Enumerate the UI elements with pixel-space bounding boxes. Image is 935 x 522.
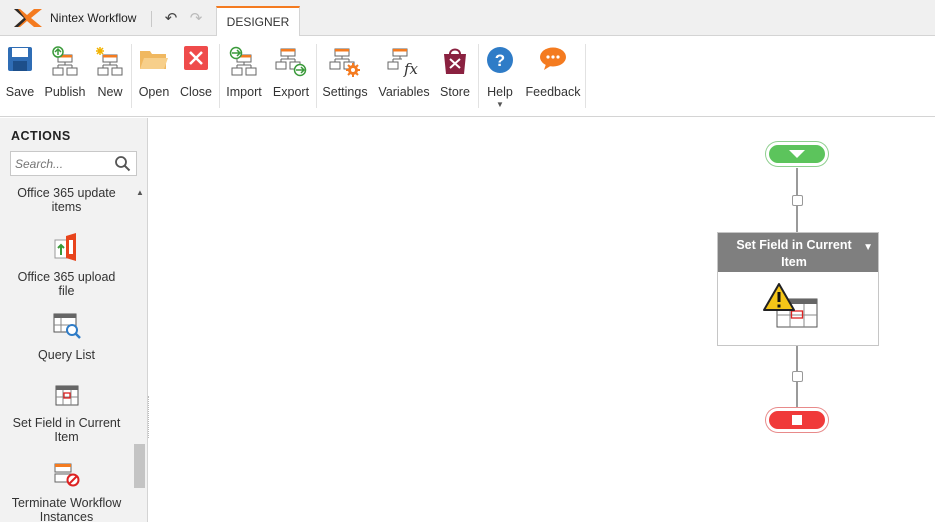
divider (151, 11, 152, 27)
close-button[interactable]: Close (178, 46, 214, 108)
help-button[interactable]: ? Help ▼ (482, 46, 518, 109)
search-icon[interactable] (114, 155, 131, 177)
store-label: Store (440, 85, 470, 99)
actions-title: ACTIONS (11, 129, 71, 143)
ribbon-divider (219, 44, 220, 108)
settings-icon (329, 46, 361, 83)
warning-icon (762, 282, 796, 317)
actions-search (10, 151, 137, 176)
svg-text:?: ? (495, 51, 505, 70)
save-icon (7, 46, 33, 77)
action-header: Set Field in Current Item ▼ (718, 233, 878, 272)
help-icon: ? (486, 46, 514, 79)
import-icon (229, 46, 259, 83)
publish-label: Publish (44, 85, 86, 99)
action-title: Set Field in Current Item (736, 238, 852, 269)
top-bar: Nintex Workflow ↶ ↷ DESIGNER (0, 0, 935, 37)
workflow-end-node[interactable] (766, 408, 828, 432)
search-input[interactable] (11, 152, 109, 175)
action-item-office365-upload[interactable]: Office 365 upload file (0, 232, 133, 298)
save-button[interactable]: Save (3, 46, 37, 108)
action-item-label: Query List (38, 348, 95, 362)
ribbon-divider (478, 44, 479, 108)
action-item-label: Set Field in Current Item (12, 416, 121, 444)
export-label: Export (272, 85, 310, 99)
action-item-label: Terminate Workflow Instances (11, 496, 122, 522)
scrollbar-thumb[interactable] (134, 444, 145, 488)
help-label: Help (487, 85, 513, 99)
variables-label: Variables (378, 85, 430, 99)
variables-icon: fx (387, 46, 421, 83)
folder-icon (139, 46, 169, 77)
action-set-field-in-current-item[interactable]: Set Field in Current Item ▼ (717, 232, 879, 346)
feedback-label: Feedback (525, 85, 581, 99)
ribbon: Save Publish New Open Close Import Expor… (0, 36, 935, 117)
ribbon-divider (131, 44, 132, 108)
action-body (718, 272, 878, 345)
feedback-button[interactable]: Feedback (524, 46, 582, 108)
drop-zone[interactable] (792, 371, 803, 382)
action-item-query-list[interactable]: Query List (0, 312, 133, 362)
tab-designer[interactable]: DESIGNER (216, 6, 300, 37)
new-workflow-icon (95, 46, 125, 83)
close-icon (184, 46, 208, 75)
import-label: Import (226, 85, 262, 99)
set-field-icon (54, 384, 80, 411)
chevron-down-icon[interactable]: ▼ (482, 100, 518, 109)
save-label: Save (5, 85, 35, 99)
workflow-start-node[interactable] (766, 142, 828, 166)
settings-label: Settings (322, 85, 368, 99)
feedback-icon (538, 46, 568, 77)
export-button[interactable]: Export (270, 46, 312, 108)
nintex-logo-icon (12, 7, 46, 29)
action-item-label: Office 365 upload file (17, 270, 116, 298)
query-list-icon (52, 312, 82, 343)
drop-zone[interactable] (792, 195, 803, 206)
brand: Nintex Workflow (12, 7, 136, 29)
variables-button[interactable]: fx Variables (376, 46, 432, 108)
store-icon (441, 46, 469, 81)
tab-label: DESIGNER (226, 15, 290, 29)
new-label: New (97, 85, 123, 99)
export-icon (275, 46, 307, 83)
app-title: Nintex Workflow (50, 11, 137, 25)
open-button[interactable]: Open (137, 46, 171, 108)
publish-icon (50, 46, 80, 83)
action-menu-chevron-down-icon[interactable]: ▼ (863, 239, 873, 256)
scroll-up-arrow-icon[interactable]: ▲ (136, 188, 144, 197)
store-button[interactable]: Store (437, 46, 473, 108)
action-item-label: Office 365 update items (17, 186, 116, 214)
terminate-workflow-icon (53, 462, 81, 491)
close-label: Close (180, 85, 212, 99)
actions-panel: ACTIONS Office 365 update items Office 3… (0, 118, 148, 522)
stop-square-icon (792, 415, 802, 425)
action-item-set-field[interactable]: Set Field in Current Item (0, 384, 133, 444)
start-arrow-icon (789, 150, 805, 158)
settings-button[interactable]: Settings (320, 46, 370, 108)
open-label: Open (138, 85, 170, 99)
ribbon-divider (585, 44, 586, 108)
new-button[interactable]: New (94, 46, 126, 108)
ribbon-divider (316, 44, 317, 108)
import-button[interactable]: Import (222, 46, 266, 108)
actions-scrollbar[interactable]: ▲ (133, 184, 147, 522)
undo-icon[interactable]: ↶ (163, 11, 179, 27)
action-item-terminate-workflow[interactable]: Terminate Workflow Instances (0, 462, 133, 522)
office365-upload-icon (52, 232, 82, 265)
svg-text:fx: fx (403, 60, 419, 78)
workflow-canvas[interactable]: Set Field in Current Item ▼ (149, 118, 935, 522)
actions-list: Office 365 update items Office 365 uploa… (0, 184, 133, 522)
action-item-office365-update[interactable]: Office 365 update items (0, 186, 133, 214)
publish-button[interactable]: Publish (42, 46, 88, 108)
redo-icon[interactable]: ↷ (188, 11, 204, 27)
